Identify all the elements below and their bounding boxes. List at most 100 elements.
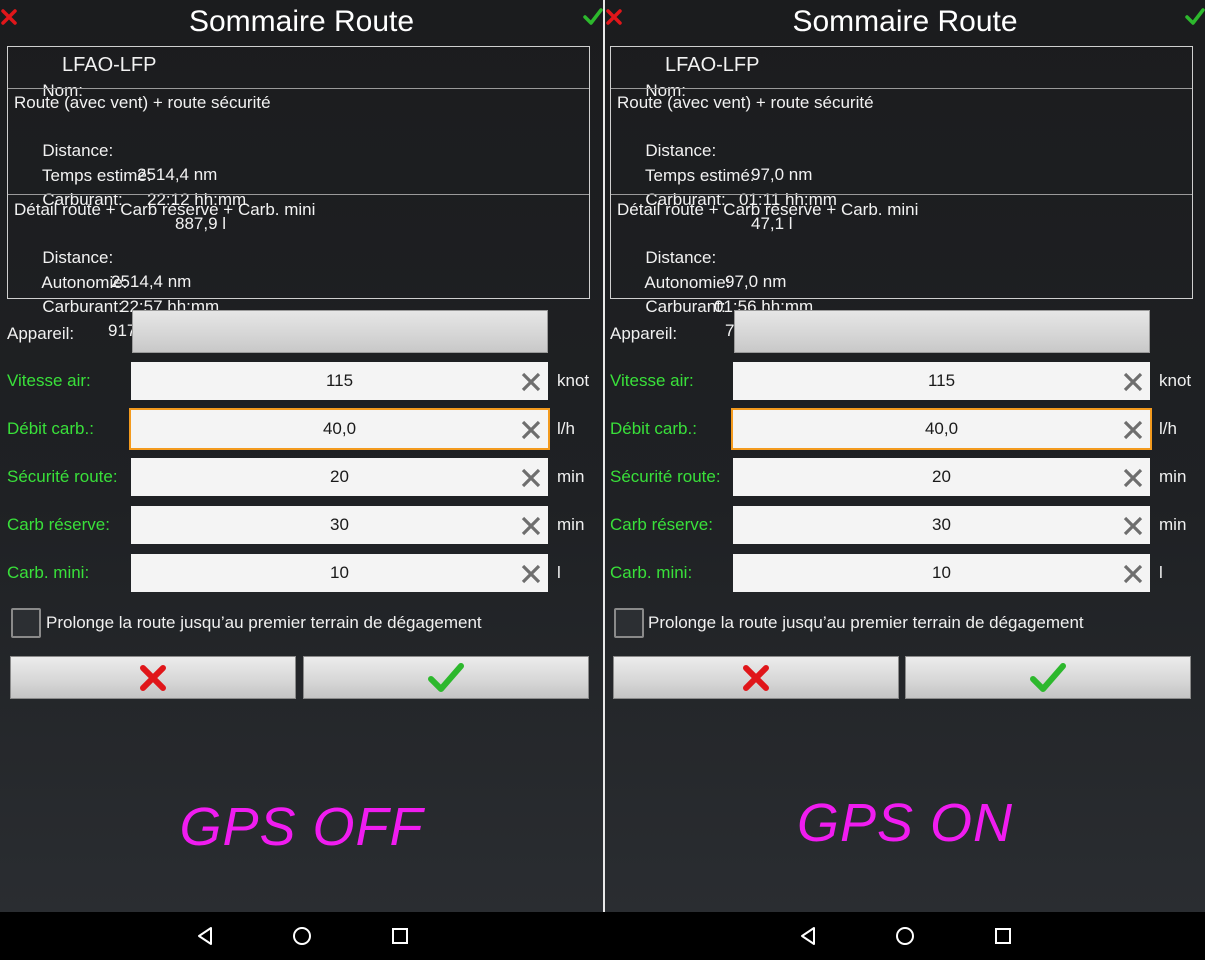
field-value: 30: [932, 515, 951, 534]
fuel-min-input[interactable]: 10: [733, 554, 1150, 592]
fuel-min-input[interactable]: 10: [131, 554, 548, 592]
dialog-title: Sommaire Route: [792, 5, 1018, 38]
field-row-route-safety: Sécurité route: 20 min: [605, 457, 1205, 497]
check-icon[interactable]: [583, 8, 603, 26]
gps-status-overlay: GPS ON: [796, 793, 1014, 853]
clear-icon[interactable]: [1122, 419, 1144, 441]
field-label: Carb. mini:: [7, 563, 90, 582]
field-label: Vitesse air:: [7, 371, 91, 390]
route-summary: Nom: LFAO-LFP Route (avec vent) + route …: [7, 46, 590, 340]
field-unit: min: [1159, 467, 1187, 486]
home-icon[interactable]: [893, 924, 917, 948]
field-value: 10: [932, 563, 951, 582]
field-value: 40,0: [924, 419, 959, 438]
field-value: 40,0: [322, 419, 357, 438]
field-value: 20: [330, 467, 349, 486]
airspeed-input[interactable]: 115: [131, 362, 548, 400]
distance-value: 97,0 nm: [725, 272, 787, 291]
clear-icon[interactable]: [1122, 371, 1144, 393]
extend-route-checkbox[interactable]: [614, 608, 644, 638]
field-row-fuel-reserve: Carb réserve: 30 min: [0, 505, 603, 545]
field-value: 115: [927, 371, 956, 390]
clear-icon[interactable]: [520, 419, 542, 441]
airspeed-input[interactable]: 115: [733, 362, 1150, 400]
check-icon[interactable]: [1185, 8, 1205, 26]
aircraft-label: Appareil:: [610, 324, 678, 343]
clear-icon[interactable]: [1122, 467, 1144, 489]
fuel-flow-input[interactable]: 40,0: [129, 408, 550, 450]
field-label: Vitesse air:: [610, 371, 694, 390]
field-value: 20: [932, 467, 951, 486]
aircraft-select-button[interactable]: [734, 310, 1150, 353]
aircraft-select-button[interactable]: [132, 310, 548, 353]
clear-icon[interactable]: [520, 467, 542, 489]
field-label: Carb réserve:: [7, 515, 110, 534]
fuel-reserve-input[interactable]: 30: [131, 506, 548, 544]
field-value: 115: [325, 371, 354, 390]
extend-route-label: Prolonge la route jusqu’au premier terra…: [46, 613, 482, 632]
field-unit: min: [1159, 515, 1187, 534]
field-label: Sécurité route:: [7, 467, 118, 486]
recents-icon[interactable]: [388, 924, 412, 948]
clear-icon[interactable]: [1122, 515, 1144, 537]
route-summary: Nom: LFAO-LFP Route (avec vent) + route …: [610, 46, 1193, 340]
name-value: LFAO-LFP: [62, 54, 157, 76]
clear-icon[interactable]: [520, 371, 542, 393]
home-icon[interactable]: [290, 924, 314, 948]
field-unit: l/h: [557, 419, 575, 438]
cancel-button[interactable]: [613, 656, 899, 699]
recents-icon[interactable]: [991, 924, 1015, 948]
field-label: Débit carb.:: [610, 419, 697, 438]
extend-route-checkbox[interactable]: [11, 608, 41, 638]
panel-gps-off: Sommaire Route Nom: LFAO-LFP Route (avec…: [0, 0, 603, 912]
dialog-title: Sommaire Route: [188, 5, 415, 38]
back-icon[interactable]: [193, 924, 217, 948]
field-row-fuel-reserve: Carb réserve: 30 min: [605, 505, 1205, 545]
clear-icon[interactable]: [1122, 563, 1144, 585]
field-value: 30: [330, 515, 349, 534]
field-row-fuel-min: Carb. mini: 10 l: [605, 553, 1205, 593]
cancel-button[interactable]: [10, 656, 296, 699]
close-icon: [743, 664, 769, 691]
field-label: Débit carb.:: [7, 419, 94, 438]
field-label: Carb. mini:: [610, 563, 693, 582]
field-unit: knot: [557, 371, 590, 390]
name-value: LFAO-LFP: [665, 54, 760, 76]
field-unit: knot: [1159, 371, 1192, 390]
fuel-reserve-input[interactable]: 30: [733, 506, 1150, 544]
field-row-route-safety: Sécurité route: 20 min: [0, 457, 603, 497]
gps-status-overlay: GPS OFF: [179, 797, 424, 857]
field-row-airspeed: Vitesse air: 115 knot: [0, 361, 603, 401]
detail-heading: Détail route + Carb réserve + Carb. mini: [14, 200, 316, 219]
aircraft-label: Appareil:: [7, 324, 75, 343]
check-icon: [428, 662, 464, 692]
clear-icon[interactable]: [520, 563, 542, 585]
system-nav-bar: [0, 912, 1205, 960]
route-heading: Route (avec vent) + route sécurité: [617, 93, 874, 112]
field-row-fuel-min: Carb. mini: 10 l: [0, 553, 603, 593]
route-safety-input[interactable]: 20: [131, 458, 548, 496]
field-row-fuel-flow: Débit carb.: 40,0 l/h: [605, 408, 1205, 450]
distance-value: 97,0 nm: [751, 165, 813, 184]
confirm-button[interactable]: [303, 656, 589, 699]
field-unit: l/h: [1159, 419, 1177, 438]
extend-route-label: Prolonge la route jusqu’au premier terra…: [648, 613, 1084, 632]
confirm-button[interactable]: [905, 656, 1191, 699]
field-value: 10: [330, 563, 349, 582]
field-label: Carb réserve:: [610, 515, 713, 534]
panel-gps-on: Sommaire Route Nom: LFAO-LFP Route (avec…: [605, 0, 1205, 912]
close-icon: [140, 664, 166, 691]
route-heading: Route (avec vent) + route sécurité: [14, 93, 271, 112]
check-icon: [1030, 662, 1066, 692]
back-icon[interactable]: [796, 924, 820, 948]
field-label: Sécurité route:: [610, 467, 721, 486]
detail-heading: Détail route + Carb réserve + Carb. mini: [617, 200, 919, 219]
field-unit: l: [1159, 563, 1163, 582]
field-row-airspeed: Vitesse air: 115 knot: [605, 361, 1205, 401]
route-safety-input[interactable]: 20: [733, 458, 1150, 496]
fuel-flow-input[interactable]: 40,0: [731, 408, 1152, 450]
clear-icon[interactable]: [520, 515, 542, 537]
field-row-fuel-flow: Débit carb.: 40,0 l/h: [0, 408, 603, 450]
field-unit: min: [557, 467, 585, 486]
field-unit: min: [557, 515, 585, 534]
